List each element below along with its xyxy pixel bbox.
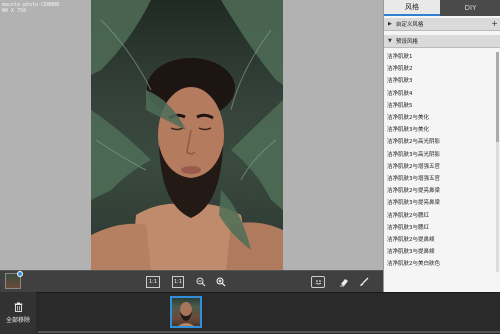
tab-style-label: 风格 — [405, 3, 419, 11]
style-list-scrollbar[interactable] — [496, 52, 499, 272]
list-item[interactable]: 洁净肌肤3与增强五官 — [384, 172, 500, 184]
add-style-button[interactable]: + — [491, 20, 498, 28]
preset-styles-label: 预设风格 — [395, 39, 418, 45]
fit-to-window-label: 1:1 — [148, 279, 158, 285]
filmstrip-bar — [0, 292, 500, 334]
file-info: macole-photo-CEBBBB W0 X 750 — [2, 2, 59, 14]
list-item[interactable]: 洁净肌肤3与提鼻颊 — [384, 245, 500, 257]
status-badge — [17, 271, 23, 277]
scrollbar-thumb[interactable] — [496, 52, 499, 142]
brush-icon — [360, 277, 369, 286]
list-item[interactable]: 洁净肌肤2与高光阴影 — [384, 135, 500, 147]
zoom-in-icon — [216, 277, 226, 287]
actual-size-label: 1:1 — [173, 279, 183, 285]
remove-all-label: 全部移除 — [5, 317, 30, 324]
file-dimensions: W0 X 750 — [2, 8, 27, 14]
filmstrip-divider — [38, 331, 500, 333]
list-item[interactable]: 洁净肌肤3与高光阴影 — [384, 148, 500, 160]
preset-style-list: 洁净肌肤1 洁净肌肤2 洁净肌肤3 洁净肌肤4 洁净肌肤5 洁净肌肤2与美化 洁… — [384, 50, 500, 292]
list-item[interactable]: 洁净肌肤2与提亮鼻梁 — [384, 184, 500, 196]
brush-button[interactable] — [356, 276, 372, 288]
filmstrip-thumbnail[interactable] — [170, 296, 202, 328]
remove-all-button[interactable]: 全部移除 — [0, 292, 36, 334]
style-panel: 风格 DIY ▶ 自定义风格 + ▼ 预设风格 洁净肌肤1 洁净肌肤2 洁净肌肤… — [383, 0, 500, 292]
preset-styles-header[interactable]: ▼ 预设风格 — [384, 35, 500, 48]
panel-tabs: 风格 DIY — [384, 0, 500, 16]
canvas-toolbar: 1:1 1:1 — [0, 270, 383, 292]
chevron-down-icon: ▼ — [388, 38, 392, 44]
portrait-photo — [91, 0, 283, 270]
list-item[interactable]: 洁净肌肤2与美白肤色 — [384, 257, 500, 269]
zoom-in-button[interactable] — [215, 276, 227, 288]
tab-diy-label: DIY — [464, 4, 477, 12]
list-item[interactable]: 洁净肌肤4 — [384, 87, 500, 99]
list-item[interactable]: 洁净肌肤5 — [384, 99, 500, 111]
list-item[interactable]: 洁净肌肤2与增强五官 — [384, 160, 500, 172]
chevron-right-icon: ▶ — [388, 21, 392, 27]
face-icon — [315, 280, 321, 285]
tab-diy[interactable]: DIY — [440, 0, 500, 16]
list-item[interactable]: 洁净肌肤2与提鼻颊 — [384, 233, 500, 245]
custom-styles-header[interactable]: ▶ 自定义风格 + — [384, 18, 500, 31]
zoom-out-icon — [196, 277, 206, 287]
list-item[interactable]: 洁净肌肤3与美化 — [384, 123, 500, 135]
list-item[interactable]: 洁净肌肤3与腮红 — [384, 221, 500, 233]
eraser-icon — [340, 279, 348, 287]
custom-styles-label: 自定义风格 — [395, 22, 424, 28]
trash-icon — [14, 302, 22, 312]
list-item[interactable]: 洁净肌肤2与美化 — [384, 111, 500, 123]
list-item[interactable]: 洁净肌肤3 — [384, 74, 500, 86]
actual-size-button[interactable]: 1:1 — [172, 276, 184, 288]
tab-style[interactable]: 风格 — [384, 0, 440, 16]
list-item[interactable]: 洁净肌肤2 — [384, 62, 500, 74]
preview-canvas[interactable]: macole-photo-CEBBBB W0 X 750 — [0, 0, 383, 270]
eraser-button[interactable] — [336, 276, 352, 288]
zoom-out-button[interactable] — [195, 276, 207, 288]
list-item[interactable]: 洁净肌肤2与腮红 — [384, 208, 500, 220]
fit-to-window-button[interactable]: 1:1 — [146, 276, 160, 288]
list-item[interactable]: 洁净肌肤1 — [384, 50, 500, 62]
face-detect-button[interactable] — [311, 276, 325, 288]
list-item[interactable]: 洁净肌肤3与提亮鼻梁 — [384, 196, 500, 208]
